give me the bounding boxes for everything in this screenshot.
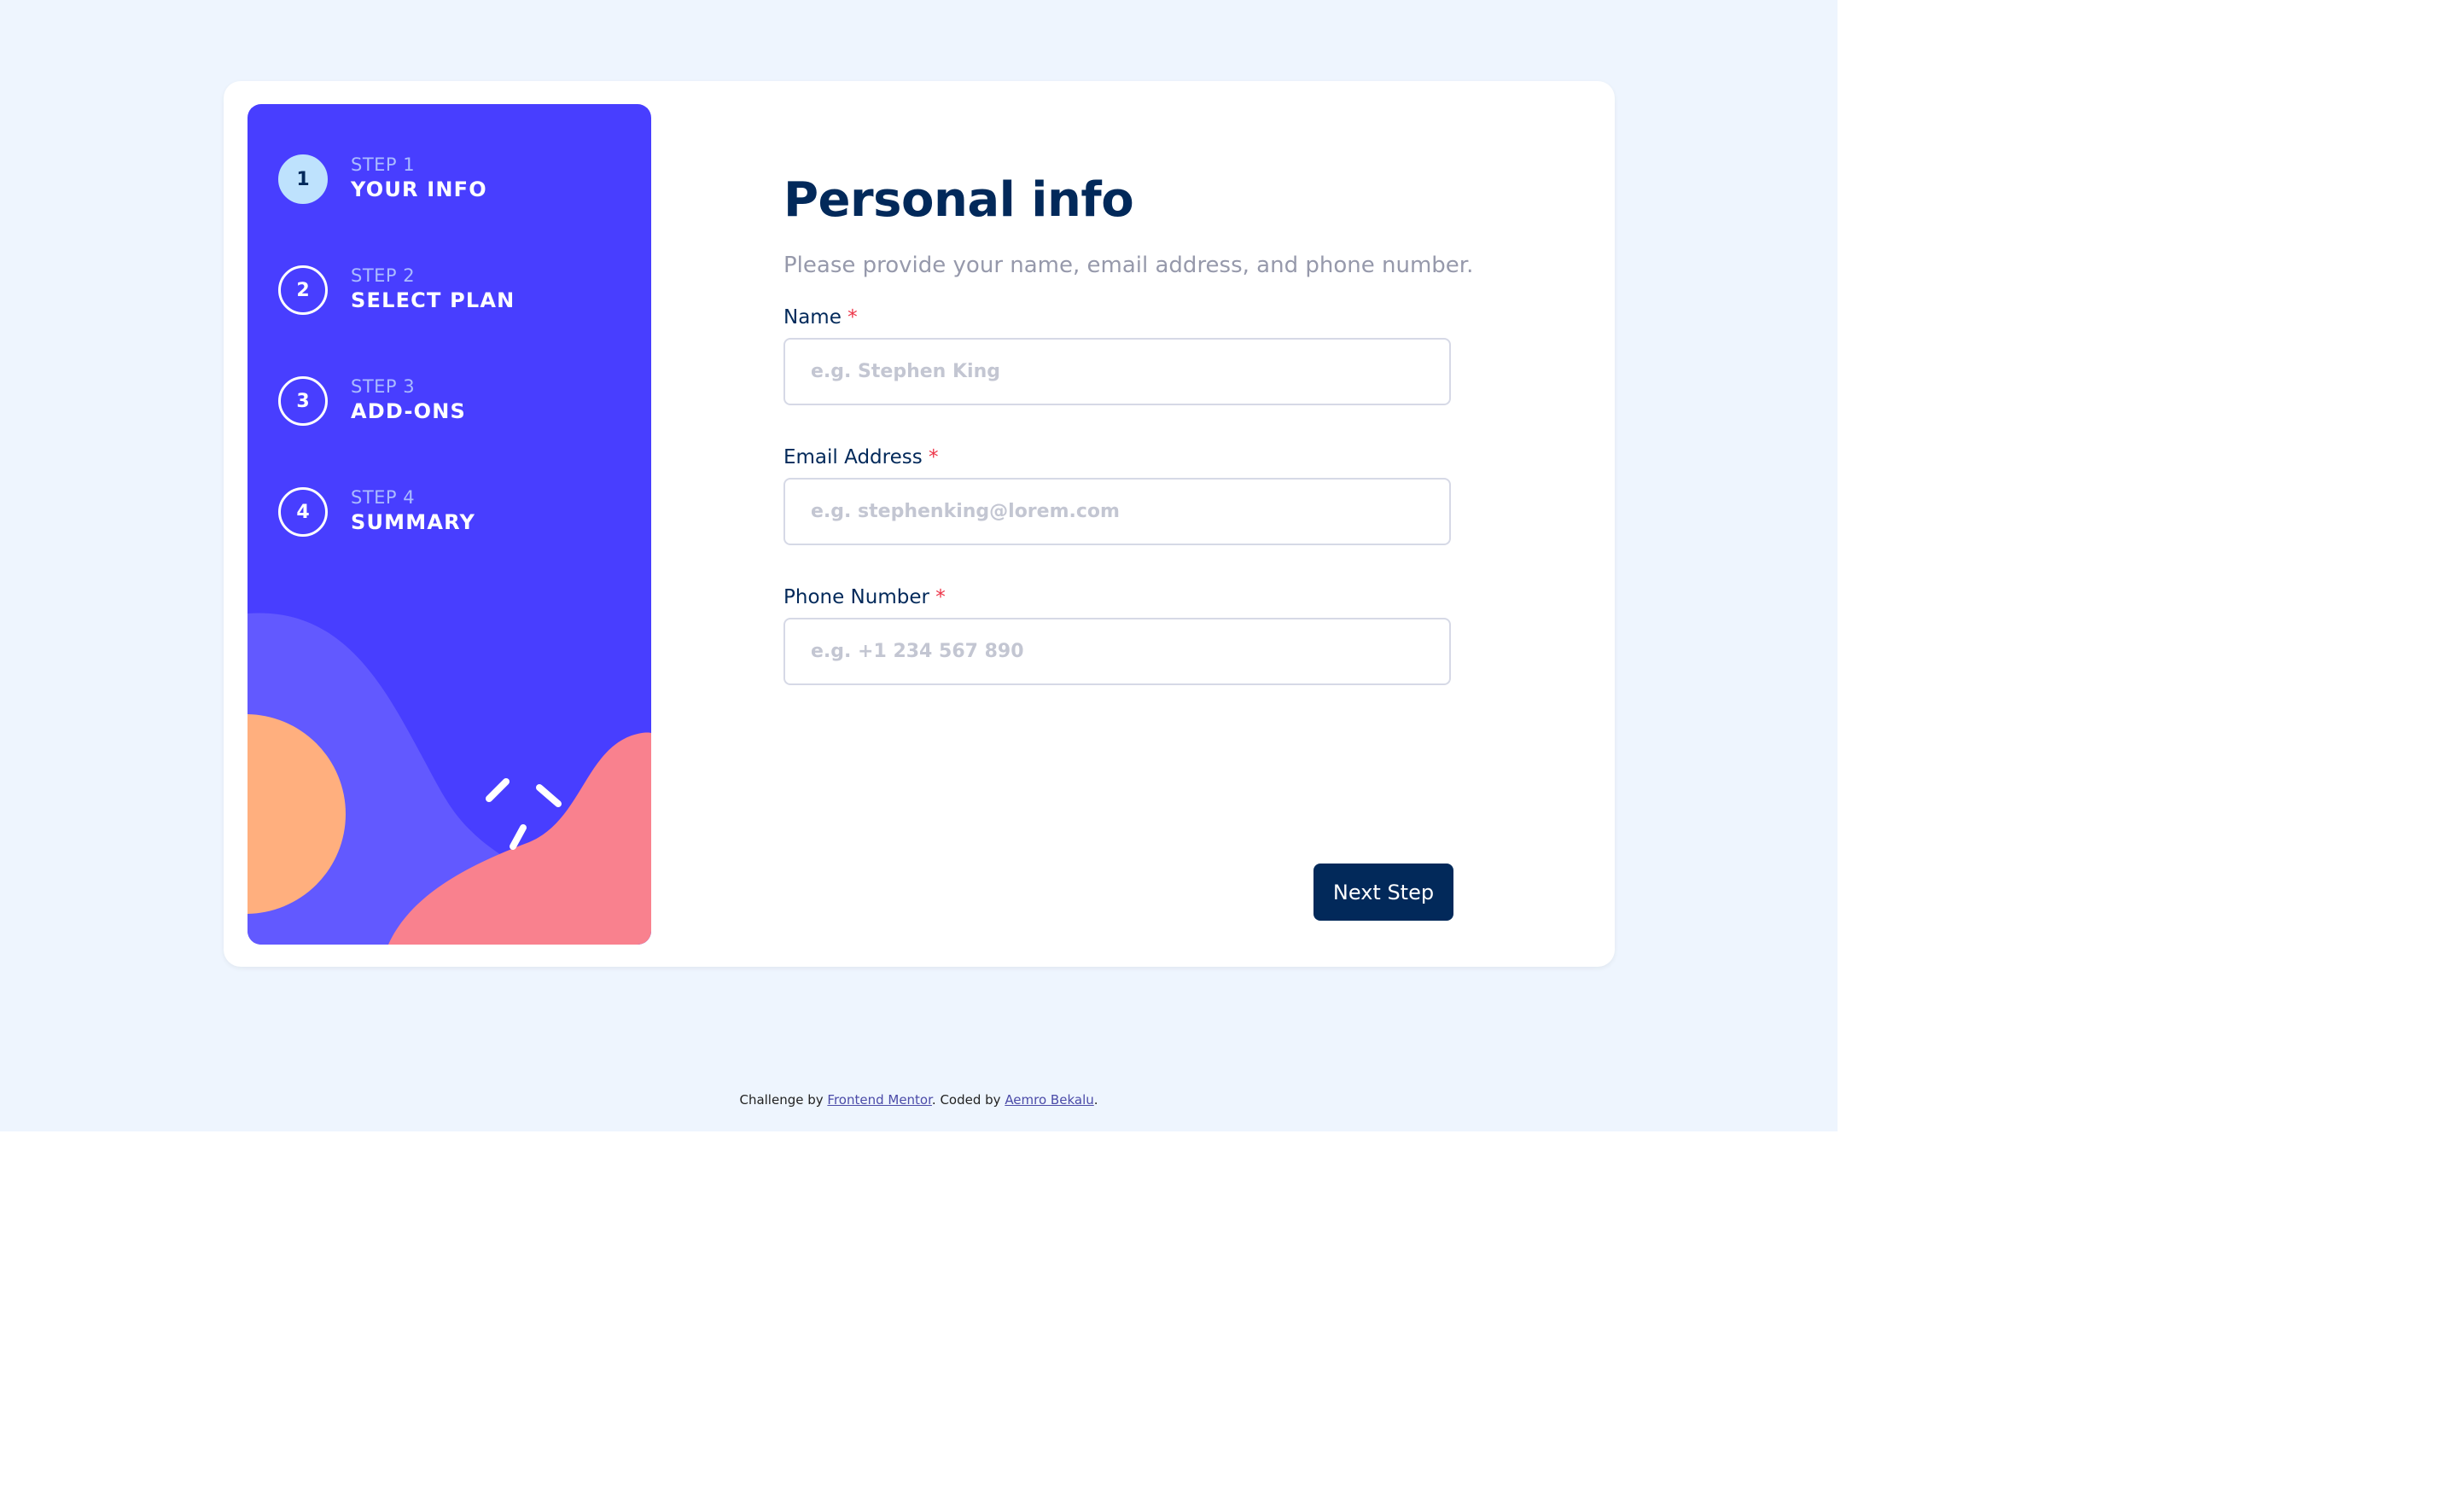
page-subtitle: Please provide your name, email address,… bbox=[783, 253, 1474, 278]
sidebar-dash-3 bbox=[510, 824, 527, 850]
phone-field: Phone Number * bbox=[783, 584, 1466, 685]
name-label: Name * bbox=[783, 306, 858, 329]
email-field: Email Address * bbox=[783, 445, 1466, 545]
phone-label-text: Phone Number bbox=[783, 586, 929, 608]
step-item-summary[interactable]: 4 STEP 4 SUMMARY bbox=[278, 487, 637, 537]
step-number-badge: 1 bbox=[278, 154, 328, 204]
step-title: SELECT PLAN bbox=[351, 288, 515, 312]
next-step-button[interactable]: Next Step bbox=[1313, 864, 1453, 921]
name-input[interactable] bbox=[783, 338, 1451, 405]
form-card: 1 STEP 1 YOUR INFO 2 STEP 2 SELECT PLAN … bbox=[224, 81, 1615, 967]
required-marker: * bbox=[929, 446, 939, 468]
sidebar-dash-2 bbox=[536, 784, 562, 807]
frontend-mentor-link[interactable]: Frontend Mentor bbox=[827, 1092, 932, 1108]
step-number-badge: 2 bbox=[278, 265, 328, 315]
step-label: STEP 2 bbox=[351, 265, 416, 286]
author-link[interactable]: Aemro Bekalu bbox=[1005, 1092, 1093, 1108]
footer-prefix: Challenge by bbox=[739, 1092, 828, 1108]
email-input[interactable] bbox=[783, 478, 1451, 545]
step-label: STEP 4 bbox=[351, 487, 416, 508]
footer-suffix: . bbox=[1093, 1092, 1098, 1108]
name-label-text: Name bbox=[783, 306, 842, 329]
step-item-add-ons[interactable]: 3 STEP 3 ADD-ONS bbox=[278, 376, 637, 426]
name-field: Name * bbox=[783, 305, 1466, 405]
email-label-text: Email Address bbox=[783, 446, 923, 468]
step-item-your-info[interactable]: 1 STEP 1 YOUR INFO bbox=[278, 154, 637, 204]
step-sidebar: 1 STEP 1 YOUR INFO 2 STEP 2 SELECT PLAN … bbox=[248, 104, 651, 945]
step-item-select-plan[interactable]: 2 STEP 2 SELECT PLAN bbox=[278, 265, 637, 315]
attribution-footer: Challenge by Frontend Mentor. Coded by A… bbox=[0, 1092, 1838, 1108]
footer-middle: . Coded by bbox=[931, 1092, 1005, 1108]
page-title: Personal info bbox=[783, 172, 1134, 228]
phone-input[interactable] bbox=[783, 618, 1451, 685]
step-label: STEP 3 bbox=[351, 376, 416, 397]
required-marker: * bbox=[847, 306, 858, 329]
steps-list: 1 STEP 1 YOUR INFO 2 STEP 2 SELECT PLAN … bbox=[278, 154, 637, 598]
sidebar-dash-1 bbox=[486, 778, 510, 802]
phone-label: Phone Number * bbox=[783, 586, 946, 608]
step-title: YOUR INFO bbox=[351, 177, 487, 201]
step-label: STEP 1 bbox=[351, 154, 416, 175]
personal-info-form: Personal info Please provide your name, … bbox=[783, 166, 1474, 685]
required-marker: * bbox=[935, 586, 946, 608]
step-title: ADD-ONS bbox=[351, 399, 466, 423]
step-number-badge: 3 bbox=[278, 376, 328, 426]
step-title: SUMMARY bbox=[351, 510, 476, 534]
email-label: Email Address * bbox=[783, 446, 939, 468]
step-number-badge: 4 bbox=[278, 487, 328, 537]
